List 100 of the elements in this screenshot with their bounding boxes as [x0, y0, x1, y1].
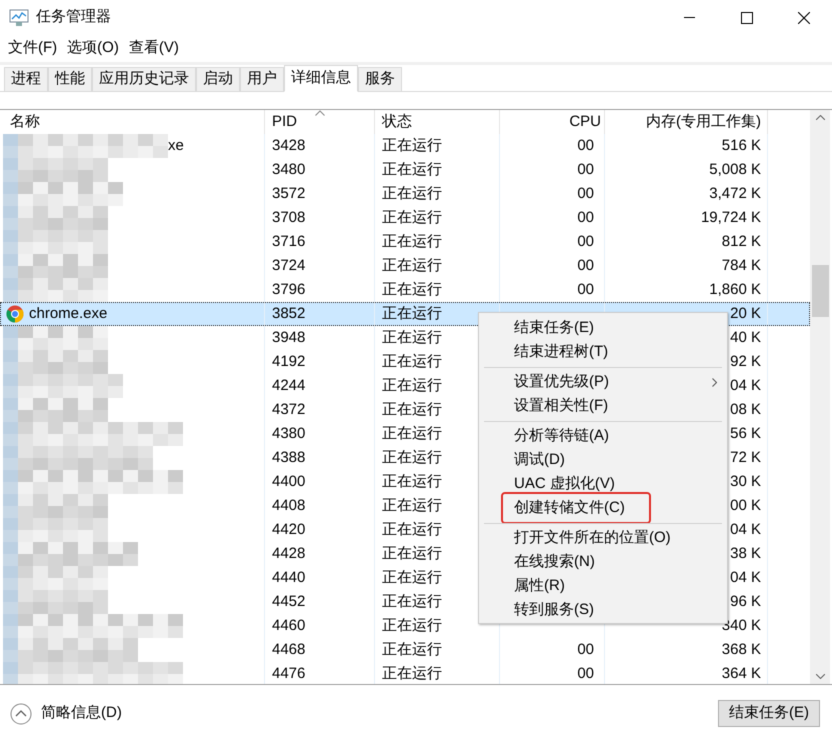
process-name: chrome.exe — [29, 304, 108, 324]
close-icon — [798, 12, 810, 24]
cpu-cell-text: 00 — [577, 232, 594, 252]
menu-item[interactable]: 设置优先级(P) — [479, 370, 727, 394]
pid-cell-text: 4244 — [272, 376, 306, 396]
status-cell-text: 正在运行 — [382, 184, 442, 204]
pid-cell-text: 3796 — [272, 280, 306, 300]
pid-cell-text: 4476 — [272, 664, 306, 684]
memory-cell-text: 516 K — [722, 136, 761, 156]
menu-item[interactable]: 转到服务(S) — [479, 598, 727, 622]
status-cell-text: 正在运行 — [382, 160, 442, 180]
memory-cell-text: 19,724 K — [700, 208, 761, 228]
pid-cell-text: 3428 — [272, 136, 306, 156]
cpu-cell-text: 00 — [577, 256, 594, 276]
column-header[interactable]: 状态 — [382, 110, 412, 134]
status-cell-text: 正在运行 — [382, 328, 442, 348]
memory-cell-text: 812 K — [722, 232, 761, 252]
menu-item[interactable]: UAC 虚拟化(V) — [479, 472, 727, 496]
column-header[interactable]: 内存(专用工作集) — [646, 110, 761, 134]
tab[interactable]: 详细信息 — [284, 65, 358, 92]
menu-item[interactable]: 文件(F) — [3, 37, 62, 60]
end-task-button[interactable]: 结束任务(E) — [718, 700, 820, 727]
pid-cell-text: 4372 — [272, 400, 306, 420]
menu-item[interactable]: 打开文件所在的位置(O) — [479, 526, 727, 550]
tab[interactable]: 进程 — [4, 67, 48, 91]
table-row[interactable]: 4476 正在运行 00 364 K — [0, 662, 810, 684]
table-row[interactable]: 3572 正在运行 00 3,472 K — [0, 182, 810, 206]
minimize-icon — [684, 17, 695, 18]
cpu-cell-text: 00 — [577, 640, 594, 660]
memory-cell-text: 92 K — [730, 352, 761, 372]
status-cell-text: 正在运行 — [382, 448, 442, 468]
menu-item[interactable]: 属性(R) — [479, 574, 727, 598]
status-cell-text: 正在运行 — [382, 664, 442, 684]
tab[interactable]: 性能 — [48, 67, 92, 91]
memory-cell-text: 00 K — [730, 496, 761, 516]
memory-cell-text: 04 K — [730, 520, 761, 540]
pid-cell-text: 4460 — [272, 616, 306, 636]
table-row[interactable]: 3716 正在运行 00 812 K — [0, 230, 810, 254]
memory-cell-text: 08 K — [730, 400, 761, 420]
pid-cell-text: 4388 — [272, 448, 306, 468]
pid-cell-text: 4408 — [272, 496, 306, 516]
tab[interactable]: 启动 — [196, 67, 240, 91]
cpu-cell-text: 00 — [577, 160, 594, 180]
tab[interactable]: 用户 — [240, 67, 284, 91]
status-cell-text: 正在运行 — [382, 592, 442, 612]
scrollbar-thumb[interactable] — [812, 265, 828, 317]
tab[interactable]: 服务 — [358, 67, 402, 91]
memory-cell-text: 56 K — [730, 424, 761, 444]
cpu-cell-text: 00 — [577, 184, 594, 204]
vertical-scrollbar[interactable] — [810, 110, 830, 684]
memory-cell-text: 04 K — [730, 376, 761, 396]
column-header[interactable]: 名称 — [10, 110, 40, 134]
status-cell-text: 正在运行 — [382, 232, 442, 252]
status-cell-text: 正在运行 — [382, 400, 442, 420]
menu-item[interactable]: 设置相关性(F) — [479, 394, 727, 418]
menu-item[interactable]: 分析等待链(A) — [479, 424, 727, 448]
table-row[interactable]: xe 3428 正在运行 00 516 K — [0, 134, 810, 158]
pid-cell-text: 4468 — [272, 640, 306, 660]
table-row[interactable]: 3708 正在运行 00 19,724 K — [0, 206, 810, 230]
brief-info-link[interactable]: 简略信息(D) — [10, 702, 122, 725]
status-cell-text: 正在运行 — [382, 520, 442, 540]
pid-cell-text: 3852 — [272, 304, 306, 324]
pid-cell-text: 3708 — [272, 208, 306, 228]
pid-cell-text: 4192 — [272, 352, 306, 372]
chrome-icon — [6, 305, 24, 323]
memory-cell-text: 784 K — [722, 256, 761, 276]
status-cell-text: 正在运行 — [382, 256, 442, 276]
table-row[interactable]: 4468 正在运行 00 368 K — [0, 638, 810, 662]
column-header[interactable]: CPU — [569, 110, 601, 134]
status-cell-text: 正在运行 — [382, 568, 442, 588]
pid-cell-text: 3480 — [272, 160, 306, 180]
memory-cell-text: 96 K — [730, 592, 761, 612]
menu-item[interactable]: 在线搜索(N) — [479, 550, 727, 574]
menu-item[interactable]: 查看(V) — [124, 37, 184, 60]
status-cell-text: 正在运行 — [382, 496, 442, 516]
memory-cell-text: 38 K — [730, 544, 761, 564]
menu-item[interactable]: 结束进程树(T) — [479, 340, 727, 364]
scroll-down-icon — [816, 674, 824, 679]
maximize-icon — [740, 12, 752, 24]
process-name: xe — [168, 136, 184, 156]
column-header[interactable]: PID — [272, 110, 298, 134]
menu-item[interactable]: 创建转储文件(C) — [479, 496, 727, 520]
window-title: 任务管理器 — [36, 7, 111, 28]
memory-cell-text: 40 K — [730, 328, 761, 348]
status-cell-text: 正在运行 — [382, 640, 442, 660]
pid-cell-text: 4452 — [272, 592, 306, 612]
pid-cell-text: 3716 — [272, 232, 306, 252]
scroll-up-icon — [816, 115, 824, 120]
sort-ascending-icon — [315, 110, 325, 116]
pid-cell-text: 3948 — [272, 328, 306, 348]
cpu-cell-text: 00 — [577, 208, 594, 228]
menu-item[interactable]: 调试(D) — [479, 448, 727, 472]
tab[interactable]: 应用历史记录 — [92, 67, 196, 91]
status-cell-text: 正在运行 — [382, 304, 442, 324]
cpu-cell-text: 00 — [577, 664, 594, 684]
table-row[interactable]: 3724 正在运行 00 784 K — [0, 254, 810, 278]
status-cell-text: 正在运行 — [382, 376, 442, 396]
menu-item[interactable]: 选项(O) — [62, 37, 124, 60]
pid-cell-text: 4400 — [272, 472, 306, 492]
table-row[interactable]: 3480 正在运行 00 5,008 K — [0, 158, 810, 182]
